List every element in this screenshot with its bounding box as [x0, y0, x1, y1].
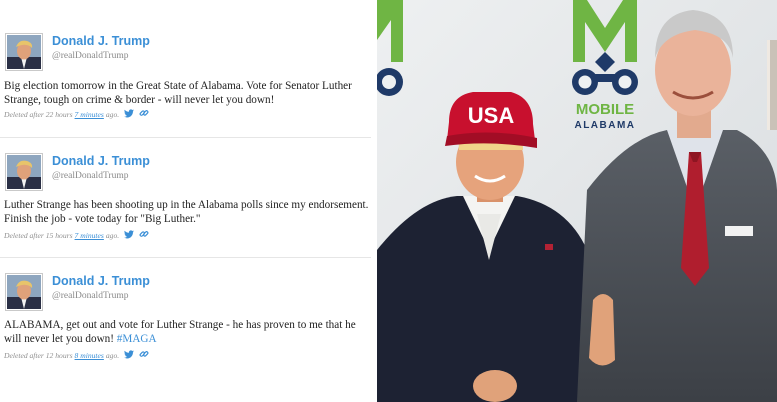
tweet-text-main: ALABAMA, get out and vote for Luther Str…: [4, 319, 356, 345]
profile-photo: [7, 35, 41, 69]
timestamp-link[interactable]: 7 minutes: [75, 110, 104, 119]
campaign-photo: MOBILE ALABAMA USA: [377, 0, 777, 402]
tweet-meta: Deleted after 15 hours 7 minutes ago.: [4, 229, 149, 241]
profile-photo: [7, 275, 41, 309]
deleted-tweets-panel: Donald J. Trump @realDonaldTrump Big ele…: [0, 0, 377, 402]
avatar[interactable]: [5, 33, 43, 71]
author-handle[interactable]: @realDonaldTrump: [52, 171, 128, 181]
banner-word: MOBILE: [576, 101, 634, 118]
tweet-meta: Deleted after 12 hours 8 minutes ago.: [4, 349, 149, 361]
twitter-bird-icon[interactable]: [124, 349, 135, 361]
tweet-text: ALABAMA, get out and vote for Luther Str…: [4, 318, 372, 346]
tweet-text: Luther Strange has been shooting up in t…: [4, 199, 369, 225]
timestamp-link[interactable]: 8 minutes: [75, 351, 104, 360]
author-handle[interactable]: @realDonaldTrump: [52, 291, 128, 301]
hashtag-link[interactable]: #MAGA: [117, 333, 157, 345]
ago-label: ago.: [105, 109, 120, 119]
avatar[interactable]: [5, 153, 43, 191]
tweet-meta: Deleted after 22 hours 7 minutes ago.: [4, 108, 149, 120]
link-icon[interactable]: [139, 349, 149, 361]
tweet-text: Big election tomorrow in the Great State…: [4, 80, 352, 106]
twitter-bird-icon[interactable]: [124, 108, 135, 120]
tweet-card: Donald J. Trump @realDonaldTrump ALABAMA…: [0, 258, 377, 402]
hat-text: USA: [468, 103, 515, 128]
link-icon[interactable]: [139, 108, 149, 120]
timestamp-link[interactable]: 7 minutes: [75, 231, 104, 240]
link-icon[interactable]: [139, 229, 149, 241]
deleted-after-label: Deleted after 22 hours: [4, 109, 73, 119]
deleted-after-label: Deleted after 12 hours: [4, 350, 73, 360]
author-handle[interactable]: @realDonaldTrump: [52, 51, 128, 61]
tweet-card: Donald J. Trump @realDonaldTrump Big ele…: [0, 0, 377, 138]
author-name[interactable]: Donald J. Trump: [52, 154, 150, 168]
twitter-bird-icon[interactable]: [124, 229, 135, 241]
ago-label: ago.: [105, 350, 120, 360]
avatar[interactable]: [5, 273, 43, 311]
ago-label: ago.: [105, 230, 120, 240]
author-name[interactable]: Donald J. Trump: [52, 34, 150, 48]
tweet-card: Donald J. Trump @realDonaldTrump Luther …: [0, 138, 377, 258]
profile-photo: [7, 155, 41, 189]
banner-sub: ALABAMA: [574, 120, 635, 131]
deleted-after-label: Deleted after 15 hours: [4, 230, 73, 240]
photo-illustration: MOBILE ALABAMA USA: [377, 0, 777, 402]
author-name[interactable]: Donald J. Trump: [52, 274, 150, 288]
